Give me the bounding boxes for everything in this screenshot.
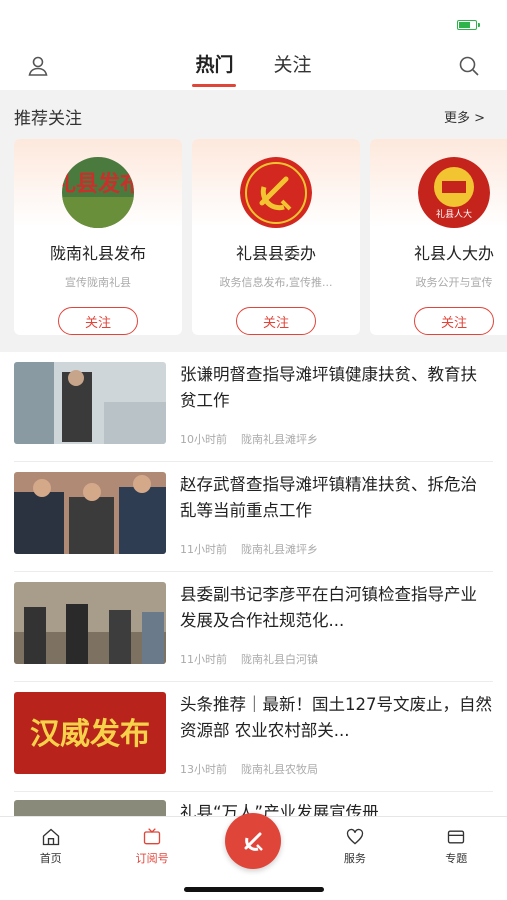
news-item[interactable]: 县委副书记李彦平在白河镇检查指导产业发展及合作社规范化... 11小时前 陇南礼县… [14, 572, 493, 682]
recommend-name: 礼县人大办 [413, 243, 494, 263]
tab-center[interactable] [218, 813, 288, 869]
recommend-title: 推荐关注 [14, 109, 82, 129]
tab-follow[interactable]: 关注 [274, 50, 312, 85]
recommend-name: 陇南礼县发布 [49, 243, 146, 263]
tab-topic-label: 专题 [445, 851, 468, 865]
news-source: 陇南礼县滩坪乡 [241, 543, 318, 556]
recommend-card[interactable]: 礼县发布 陇南礼县发布 宣传陇南礼县 关注 [14, 139, 182, 335]
recommend-desc: 宣传陇南礼县 [65, 275, 131, 289]
card-icon [448, 830, 465, 843]
tab-subscribe-label: 订阅号 [135, 851, 169, 865]
party-emblem-icon [240, 157, 312, 228]
news-source: 陇南礼县滩坪乡 [241, 433, 318, 446]
news-thumbnail [14, 582, 166, 664]
tab-service-label: 服务 [343, 851, 366, 865]
svg-text:汉威发布: 汉威发布 [30, 717, 150, 752]
news-feed: 张谦明督查指导滩坪镇健康扶贫、教育扶贫工作 10小时前 陇南礼县滩坪乡 赵存武督查… [0, 352, 507, 822]
search-icon[interactable] [457, 54, 481, 78]
top-tabs: 热门 关注 [195, 50, 311, 85]
news-time: 11小时前 [180, 653, 227, 666]
news-source: 陇南礼县农牧局 [241, 763, 318, 776]
tab-home[interactable]: 首页 [16, 827, 86, 866]
recommend-desc: 政务公开与宣传 [415, 275, 493, 289]
news-thumbnail [14, 472, 166, 554]
heart-icon [346, 828, 364, 845]
follow-button[interactable]: 关注 [236, 307, 316, 335]
more-link[interactable]: 更多 > [444, 107, 485, 126]
news-item[interactable]: 汉威发布 头条推荐｜最新！国土127号文废止，自然资源部 农业农村部关... 1… [14, 682, 493, 792]
top-nav: 热门 关注 [0, 44, 507, 90]
lixian-fabu-logo: 礼县发布 [62, 157, 134, 228]
news-title: 赵存武督查指导滩坪镇精准扶贫、拆危治乱等当前重点工作 [180, 475, 477, 520]
tv-icon [143, 827, 161, 844]
tab-topic[interactable]: 专题 [421, 827, 491, 866]
user-icon[interactable] [26, 54, 50, 78]
home-icon [42, 828, 59, 845]
news-title: 县委副书记李彦平在白河镇检查指导产业发展及合作社规范化... [180, 585, 477, 630]
news-thumbnail [14, 362, 166, 444]
recommend-cards: 礼县发布 陇南礼县发布 宣传陇南礼县 关注 礼县县委办 政务信息发布,宣传推..… [0, 139, 507, 335]
news-time: 13小时前 [180, 763, 227, 776]
party-emblem-icon [225, 813, 282, 869]
news-thumbnail: 汉威发布 [14, 692, 166, 774]
tab-subscribe[interactable]: 订阅号 [117, 827, 187, 866]
news-title: 张谦明督查指导滩坪镇健康扶贫、教育扶贫工作 [180, 365, 477, 410]
news-source: 陇南礼县白河镇 [241, 653, 318, 666]
recommend-section: 推荐关注 更多 > 礼县发布 陇南礼县发布 宣传陇南礼县 关注 礼县县委办 政务… [0, 90, 507, 352]
news-title: 头条推荐｜最新！国土127号文废止，自然资源部 农业农村部关... [180, 695, 492, 740]
news-time: 10小时前 [180, 433, 227, 446]
home-indicator [183, 887, 324, 892]
recommend-card[interactable]: 礼县县委办 政务信息发布,宣传推... 关注 [192, 139, 360, 335]
status-bar [0, 0, 507, 44]
follow-button[interactable]: 关注 [414, 307, 494, 335]
news-item[interactable]: 张谦明督查指导滩坪镇健康扶贫、教育扶贫工作 10小时前 陇南礼县滩坪乡 [14, 352, 493, 462]
recommend-name: 礼县县委办 [235, 243, 316, 263]
battery-icon [457, 20, 480, 30]
news-item[interactable]: 赵存武督查指导滩坪镇精准扶贫、拆危治乱等当前重点工作 11小时前 陇南礼县滩坪乡 [14, 462, 493, 572]
national-emblem-icon: 礼县人大 [418, 157, 490, 228]
tab-service[interactable]: 服务 [320, 827, 390, 866]
news-time: 11小时前 [180, 543, 227, 556]
svg-text:礼县人大: 礼县人大 [436, 208, 472, 220]
recommend-card[interactable]: 礼县人大 礼县人大办 政务公开与宣传 关注 [370, 139, 507, 335]
tab-home-label: 首页 [39, 851, 62, 865]
recommend-desc: 政务信息发布,宣传推... [219, 275, 333, 289]
bottom-tabbar: 首页 订阅号 服务 专题 [0, 813, 507, 900]
follow-button[interactable]: 关注 [58, 307, 138, 335]
svg-text:礼县发布: 礼县发布 [62, 171, 134, 197]
tab-hot[interactable]: 热门 [195, 50, 233, 85]
